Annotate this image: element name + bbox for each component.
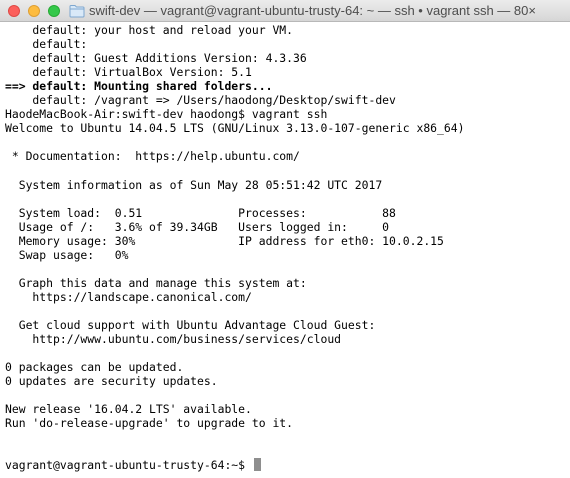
terminal-line-text: 0 packages can be updated.	[5, 360, 184, 375]
terminal-line-text: System load: 0.51 Processes: 88	[5, 205, 396, 220]
terminal-line: Graph this data and manage this system a…	[5, 276, 567, 290]
terminal-line: Usage of /: 3.6% of 39.34GB Users logged…	[5, 220, 567, 234]
terminal-output[interactable]: default: your host and reload your VM. d…	[5, 23, 567, 473]
terminal-line-text: * Documentation: https://help.ubuntu.com…	[5, 149, 300, 164]
terminal-line: System information as of Sun May 28 05:5…	[5, 178, 567, 192]
terminal-line-text: Memory usage: 30% IP address for eth0: 1…	[5, 233, 444, 248]
terminal-line-text: default: your host and reload your VM.	[5, 23, 294, 37]
terminal-line-text: Run 'do-release-upgrade' to upgrade to i…	[5, 416, 294, 431]
terminal-line: https://landscape.canonical.com/	[5, 290, 567, 304]
terminal-line-text: default: VirtualBox Version: 5.1	[5, 65, 252, 80]
terminal-line: Memory usage: 30% IP address for eth0: 1…	[5, 234, 567, 248]
prompt-line: vagrant@vagrant-ubuntu-trusty-64:~$	[5, 458, 567, 472]
terminal-line-text: New release '16.04.2 LTS' available.	[5, 402, 252, 417]
terminal-line-text: http://www.ubuntu.com/business/services/…	[5, 332, 342, 347]
terminal-line: ==> default: Mounting shared folders...	[5, 79, 567, 93]
terminal-line: default: Guest Additions Version: 4.3.36	[5, 51, 567, 65]
terminal-line-text: Get cloud support with Ubuntu Advantage …	[5, 317, 376, 332]
terminal-line: Welcome to Ubuntu 14.04.5 LTS (GNU/Linux…	[5, 121, 567, 135]
terminal-line-text: Usage of /: 3.6% of 39.34GB Users logged…	[5, 219, 390, 234]
terminal-line-text: HaodeMacBook-Air:swift-dev haodong$ vagr…	[5, 107, 328, 122]
folder-icon	[69, 5, 85, 18]
title-bar[interactable]: swift-dev — vagrant@vagrant-ubuntu-trust…	[0, 0, 570, 22]
terminal-line-text: https://landscape.canonical.com/	[5, 289, 252, 304]
terminal-line-text: default: /vagrant => /Users/haodong/Desk…	[5, 93, 396, 108]
terminal-line: 0 updates are security updates.	[5, 374, 567, 388]
terminal-line-text: Swap usage: 0%	[5, 247, 129, 262]
terminal-line: System load: 0.51 Processes: 88	[5, 206, 567, 220]
terminal-line: Run 'do-release-upgrade' to upgrade to i…	[5, 416, 567, 430]
close-button[interactable]	[8, 5, 20, 17]
terminal-line-text: System information as of Sun May 28 05:5…	[5, 177, 383, 192]
terminal-line-text: default:	[5, 37, 88, 52]
terminal-line: New release '16.04.2 LTS' available.	[5, 402, 567, 416]
terminal-line: Get cloud support with Ubuntu Advantage …	[5, 318, 567, 332]
terminal-line: 0 packages can be updated.	[5, 360, 567, 374]
terminal-line: http://www.ubuntu.com/business/services/…	[5, 332, 567, 346]
text-cursor	[253, 458, 261, 472]
zoom-button[interactable]	[48, 5, 60, 17]
terminal-line: default: your host and reload your VM.	[5, 23, 567, 37]
terminal-line-text: 0 updates are security updates.	[5, 374, 218, 389]
minimize-button[interactable]	[28, 5, 40, 17]
terminal-window: swift-dev — vagrant@vagrant-ubuntu-trust…	[0, 0, 570, 478]
terminal-line: Swap usage: 0%	[5, 248, 567, 262]
terminal-line-text: Graph this data and manage this system a…	[5, 275, 307, 290]
window-title: swift-dev — vagrant@vagrant-ubuntu-trust…	[89, 3, 536, 18]
terminal-line: default: /vagrant => /Users/haodong/Desk…	[5, 93, 567, 107]
terminal-line-text: ==> default: Mounting shared folders...	[5, 79, 273, 94]
terminal-line-text: Welcome to Ubuntu 14.04.5 LTS (GNU/Linux…	[5, 121, 465, 136]
terminal-line-text: vagrant@vagrant-ubuntu-trusty-64:~$	[5, 458, 246, 473]
terminal-line: default: VirtualBox Version: 5.1	[5, 65, 567, 79]
terminal-line-text: default: Guest Additions Version: 4.3.36	[5, 51, 307, 66]
terminal-line: * Documentation: https://help.ubuntu.com…	[5, 149, 567, 163]
terminal-line: default:	[5, 37, 567, 51]
terminal-line: HaodeMacBook-Air:swift-dev haodong$ vagr…	[5, 107, 567, 121]
